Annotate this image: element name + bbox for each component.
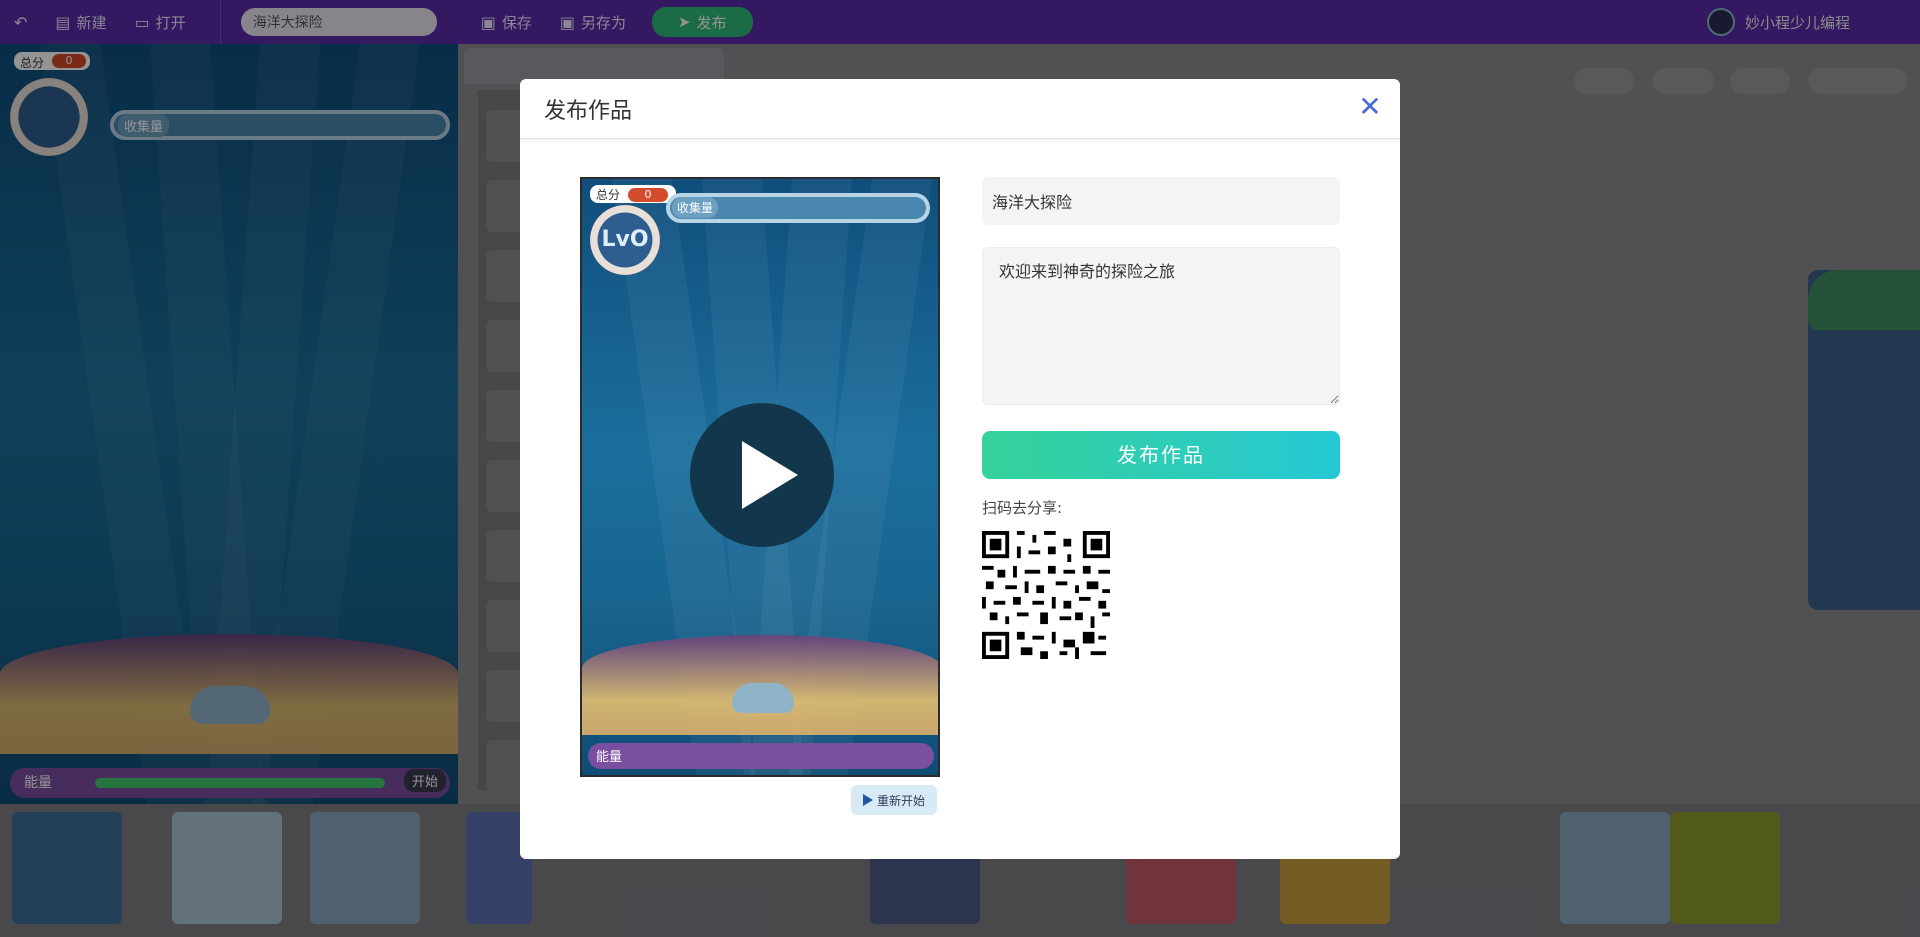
preview-ufo-sprite bbox=[732, 683, 794, 713]
preview-level-badge: LvO bbox=[590, 205, 660, 275]
close-icon[interactable]: ✕ bbox=[1354, 91, 1386, 123]
restart-label: 重新开始 bbox=[876, 793, 925, 808]
work-description-input[interactable]: 欢迎来到神奇的探险之旅 bbox=[982, 247, 1340, 405]
play-button[interactable] bbox=[690, 403, 834, 547]
dialog-header: 发布作品 bbox=[520, 79, 1400, 139]
preview-energy-label: 能量 bbox=[596, 750, 623, 765]
share-qr-code bbox=[982, 531, 1110, 659]
preview-collect-label: 收集量 bbox=[672, 197, 719, 218]
play-icon bbox=[742, 441, 798, 509]
game-preview[interactable]: 总分 0 LvO 收集量 能量 bbox=[580, 177, 940, 777]
preview-score-value: 0 bbox=[628, 188, 668, 202]
play-small-icon bbox=[862, 794, 873, 806]
dialog-title: 发布作品 bbox=[544, 98, 633, 124]
publish-work-button[interactable]: 发布作品 bbox=[982, 431, 1340, 479]
work-title-input[interactable] bbox=[982, 177, 1340, 225]
preview-energy-bar bbox=[588, 743, 934, 769]
publish-dialog: 发布作品 ✕ 总分 0 LvO 收集量 能量 重新开始 欢迎来到神奇的探险之旅 … bbox=[520, 79, 1400, 859]
share-label: 扫码去分享: bbox=[982, 499, 1063, 517]
restart-button[interactable]: 重新开始 bbox=[851, 785, 937, 815]
